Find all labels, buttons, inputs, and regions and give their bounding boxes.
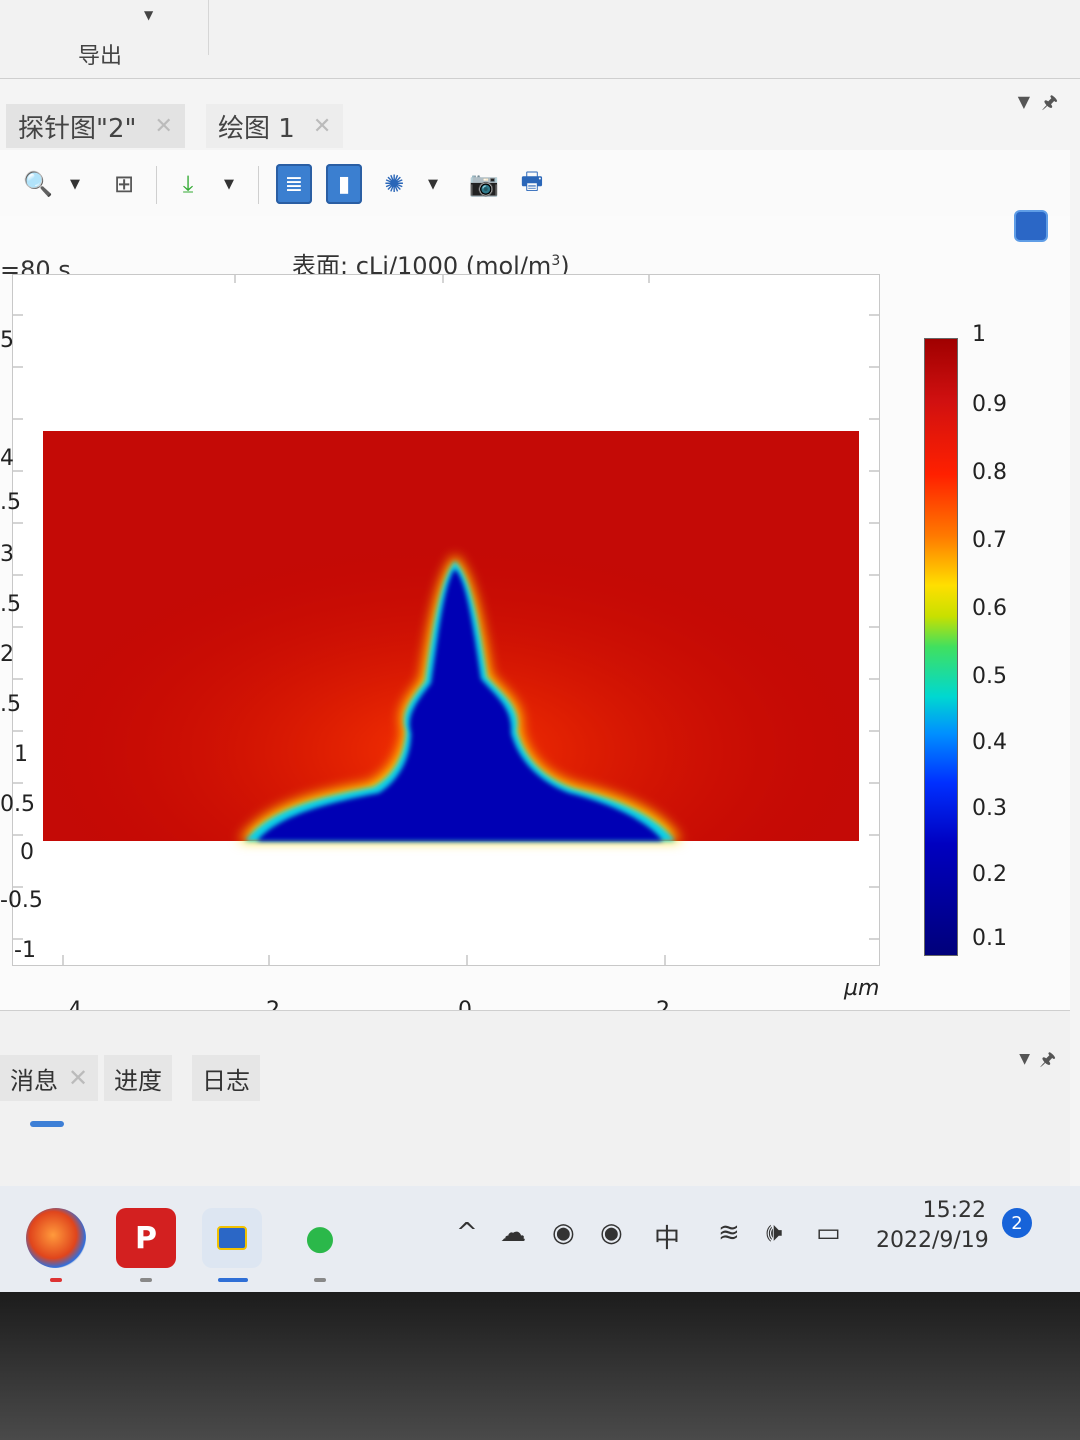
taskbar: P ● ^ ☁ ◉ ◉ 中 ≋ 🕪 ▭ 15:22 2022/9/19 2 <box>0 1186 1080 1292</box>
scroll-indicator <box>30 1121 64 1127</box>
pdf-app-icon[interactable]: P <box>116 1208 176 1282</box>
panel-menu-icon[interactable]: ▼ <box>1018 92 1030 111</box>
close-icon[interactable]: ✕ <box>68 1064 88 1092</box>
qq-icon-2[interactable]: ◉ <box>600 1218 623 1248</box>
clock-date: 2022/9/19 <box>876 1228 989 1253</box>
messages-panel: 消息 ✕ 进度 日志 ▼ 🖈 <box>0 1010 1070 1187</box>
camera-icon[interactable]: 📷 <box>466 164 502 204</box>
toolbar-separator <box>258 166 259 204</box>
graphics-window[interactable]: =80 s 表面: cLi/1000 (mol/m3) 5 4 .5 3 .5 … <box>0 210 1070 1023</box>
zoom-extents-icon[interactable]: ⊞ <box>106 164 142 204</box>
colorbar-tick: 0.6 <box>972 596 1007 621</box>
colorbar-tick: 0.7 <box>972 528 1007 553</box>
tab-progress[interactable]: 进度 <box>104 1055 172 1101</box>
print-icon[interactable]: 🖶 <box>514 164 550 204</box>
y-tick-label: .5 <box>0 592 21 617</box>
tab-label: 进度 <box>114 1066 162 1095</box>
y-tick-label: 3 <box>0 542 14 567</box>
colorbar-tick: 0.8 <box>972 460 1007 485</box>
graphics-toolbar: 🔍 ▼ ⊞ ⤓ ▼ ≣ ▮ ✺ ▼ 📷 🖶 <box>0 150 1070 216</box>
colorbar-tick: 0.2 <box>972 862 1007 887</box>
close-icon[interactable]: ✕ <box>154 114 172 139</box>
system-clock[interactable]: 15:22 2022/9/19 <box>876 1196 989 1256</box>
scene-light-dropdown-icon[interactable]: ▼ <box>424 164 442 204</box>
ribbon-dropdown-icon[interactable]: ▼ <box>144 8 153 22</box>
y-tick-label: -0.5 <box>0 888 43 913</box>
scene-light-icon[interactable]: ✺ <box>376 164 412 204</box>
x-unit-label: µm <box>844 976 880 1001</box>
tab-label: 绘图 1 <box>218 113 295 144</box>
colorbar-tick: 0.5 <box>972 664 1007 689</box>
y-tick-label: 0 <box>20 840 34 865</box>
browser-app-icon[interactable] <box>26 1208 86 1282</box>
volume-icon[interactable]: 🕪 <box>766 1218 782 1249</box>
y-tick-label: 1 <box>14 742 28 767</box>
notification-badge[interactable]: 2 <box>1002 1208 1032 1238</box>
battery-icon[interactable]: ▭ <box>816 1218 841 1248</box>
tab-log[interactable]: 日志 <box>192 1055 260 1101</box>
pin-icon[interactable]: 🖈 <box>1041 90 1058 120</box>
ribbon-separator <box>208 0 209 55</box>
axis-orientation-icon[interactable]: ⤓ <box>170 164 206 204</box>
monitor-bezel <box>0 1292 1080 1440</box>
close-icon[interactable]: ✕ <box>313 114 331 139</box>
colorbar-tick: 0.9 <box>972 392 1007 417</box>
colorbar-tick: 1 <box>972 322 986 347</box>
wechat-app-icon[interactable]: ● <box>290 1208 350 1282</box>
show-grid-icon[interactable]: ≣ <box>276 164 312 204</box>
chevron-up-icon[interactable]: ^ <box>456 1218 478 1248</box>
plot-axes <box>12 274 880 966</box>
colorbar-tick: 0.1 <box>972 926 1007 951</box>
y-tick-label: 4 <box>0 446 14 471</box>
qq-icon[interactable]: ◉ <box>552 1218 575 1248</box>
y-tick-label: 0.5 <box>0 792 35 817</box>
tab-label: 日志 <box>202 1066 250 1095</box>
show-legend-icon[interactable]: ▮ <box>326 164 362 204</box>
graphics-tab-bar: 探针图"2" ✕ 绘图 1 ✕ ▼ 🖈 <box>0 92 1070 148</box>
app-window-icon[interactable] <box>1014 210 1048 242</box>
comsol-app-icon[interactable] <box>202 1208 262 1282</box>
clock-time: 15:22 <box>922 1198 986 1223</box>
export-button[interactable]: 导出 <box>78 38 122 70</box>
y-tick-label: 2 <box>0 642 14 667</box>
input-method-indicator[interactable]: 中 <box>654 1218 680 1255</box>
axis-dropdown-icon[interactable]: ▼ <box>220 164 238 204</box>
ribbon: ▼ 导出 <box>0 0 1080 79</box>
colorbar-tick: 0.3 <box>972 796 1007 821</box>
y-tick-label: -1 <box>14 938 36 963</box>
tab-label: 消息 <box>10 1066 58 1095</box>
colorbar-tick: 0.4 <box>972 730 1007 755</box>
tab-label: 探针图"2" <box>18 113 137 144</box>
y-tick-label: .5 <box>0 692 21 717</box>
panel-menu-icon[interactable]: ▼ <box>1019 1051 1030 1067</box>
tab-messages[interactable]: 消息 ✕ <box>0 1055 99 1101</box>
plot-svg <box>13 275 879 965</box>
comsol-icon <box>217 1226 247 1250</box>
zoom-icon[interactable]: 🔍 <box>20 164 56 204</box>
tab-plot-1[interactable]: 绘图 1 ✕ <box>206 104 344 148</box>
y-tick-label: .5 <box>0 490 21 515</box>
cloud-icon[interactable]: ☁ <box>500 1218 526 1248</box>
colorbar <box>924 338 958 956</box>
pin-icon[interactable]: 🖈 <box>1039 1047 1056 1077</box>
wifi-icon[interactable]: ≋ <box>718 1218 740 1248</box>
toolbar-separator <box>156 166 157 204</box>
tab-probe-plot[interactable]: 探针图"2" ✕ <box>6 104 185 148</box>
zoom-dropdown-icon[interactable]: ▼ <box>66 164 84 204</box>
y-tick-label: 5 <box>0 328 14 353</box>
